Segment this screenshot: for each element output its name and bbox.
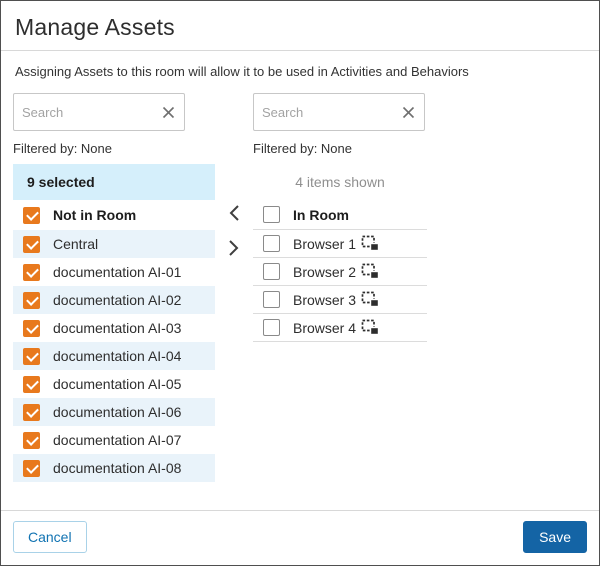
not-in-room-row[interactable]: documentation AI-04 bbox=[13, 342, 215, 370]
not-in-room-items: Central documentation AI-01 documentatio… bbox=[13, 230, 215, 482]
manage-assets-dialog: Manage Assets Assigning Assets to this r… bbox=[0, 0, 600, 566]
chevron-right-icon bbox=[228, 239, 240, 257]
browser-asset-icon bbox=[361, 263, 380, 280]
move-to-right-button[interactable] bbox=[219, 233, 249, 263]
chevron-left-icon bbox=[228, 204, 240, 222]
dialog-footer: Cancel Save bbox=[1, 510, 599, 565]
clear-search-icon bbox=[402, 106, 415, 119]
browser-asset-icon bbox=[361, 235, 380, 252]
cancel-button[interactable]: Cancel bbox=[13, 521, 87, 553]
row-checkbox[interactable] bbox=[23, 292, 40, 309]
left-clear-search-button[interactable] bbox=[152, 94, 184, 130]
in-room-header-label: In Room bbox=[293, 207, 349, 223]
right-filter-status: Filtered by: None bbox=[253, 131, 427, 164]
not-in-room-row[interactable]: documentation AI-06 bbox=[13, 398, 215, 426]
browser-asset-icon bbox=[361, 291, 380, 308]
row-checkbox[interactable] bbox=[23, 348, 40, 365]
in-room-row[interactable]: Browser 2 bbox=[253, 258, 427, 286]
save-button[interactable]: Save bbox=[523, 521, 587, 553]
dialog-description: Assigning Assets to this room will allow… bbox=[1, 51, 599, 81]
row-checkbox[interactable] bbox=[23, 376, 40, 393]
not-in-room-row[interactable]: documentation AI-03 bbox=[13, 314, 215, 342]
right-search-input[interactable] bbox=[254, 105, 392, 120]
in-room-row[interactable]: Browser 1 bbox=[253, 230, 427, 258]
asset-name: documentation AI-01 bbox=[53, 264, 181, 280]
browser-asset-icon bbox=[361, 319, 380, 336]
not-in-room-row[interactable]: Central bbox=[13, 230, 215, 258]
in-room-header-row[interactable]: In Room bbox=[253, 200, 427, 230]
move-to-left-button[interactable] bbox=[219, 198, 249, 228]
not-in-room-row[interactable]: documentation AI-08 bbox=[13, 454, 215, 482]
not-in-room-header-row[interactable]: Not in Room bbox=[13, 200, 215, 230]
asset-name: documentation AI-03 bbox=[53, 320, 181, 336]
selected-count-banner: 9 selected bbox=[13, 164, 215, 200]
row-checkbox[interactable] bbox=[263, 319, 280, 336]
asset-name: Browser 4 bbox=[293, 320, 356, 336]
asset-name: Central bbox=[53, 236, 98, 252]
left-search-box bbox=[13, 93, 185, 131]
left-search-input[interactable] bbox=[14, 105, 152, 120]
not-in-room-header-label: Not in Room bbox=[53, 207, 136, 223]
row-checkbox[interactable] bbox=[263, 235, 280, 252]
in-room-items: Browser 1 Browser 2 Browser 3 Browser 4 bbox=[253, 230, 427, 342]
asset-name: documentation AI-02 bbox=[53, 292, 181, 308]
clear-search-icon bbox=[162, 106, 175, 119]
row-checkbox[interactable] bbox=[23, 460, 40, 477]
right-clear-search-button[interactable] bbox=[392, 94, 424, 130]
in-room-panel: Filtered by: None 4 items shown In Room … bbox=[253, 93, 427, 342]
right-search-box bbox=[253, 93, 425, 131]
dialog-header: Manage Assets bbox=[1, 1, 599, 50]
select-all-checkbox[interactable] bbox=[263, 206, 280, 223]
asset-name: Browser 2 bbox=[293, 264, 356, 280]
asset-name: documentation AI-05 bbox=[53, 376, 181, 392]
not-in-room-panel: Filtered by: None 9 selected Not in Room… bbox=[13, 93, 215, 482]
row-checkbox[interactable] bbox=[23, 432, 40, 449]
in-room-row[interactable]: Browser 4 bbox=[253, 314, 427, 342]
asset-name: Browser 3 bbox=[293, 292, 356, 308]
not-in-room-list: 9 selected Not in Room Central documenta… bbox=[13, 164, 215, 482]
row-checkbox[interactable] bbox=[23, 236, 40, 253]
asset-name: documentation AI-08 bbox=[53, 460, 181, 476]
asset-name: documentation AI-06 bbox=[53, 404, 181, 420]
not-in-room-row[interactable]: documentation AI-07 bbox=[13, 426, 215, 454]
items-shown-count: 4 items shown bbox=[253, 164, 427, 200]
transfer-controls bbox=[215, 93, 253, 263]
asset-name: documentation AI-04 bbox=[53, 348, 181, 364]
left-filter-status: Filtered by: None bbox=[13, 131, 215, 164]
in-room-list: 4 items shown In Room Browser 1 Browser … bbox=[253, 164, 427, 342]
asset-transfer-panels: Filtered by: None 9 selected Not in Room… bbox=[1, 81, 599, 482]
row-checkbox[interactable] bbox=[23, 404, 40, 421]
in-room-row[interactable]: Browser 3 bbox=[253, 286, 427, 314]
row-checkbox[interactable] bbox=[263, 263, 280, 280]
not-in-room-row[interactable]: documentation AI-05 bbox=[13, 370, 215, 398]
asset-name: Browser 1 bbox=[293, 236, 356, 252]
row-checkbox[interactable] bbox=[23, 320, 40, 337]
asset-name: documentation AI-07 bbox=[53, 432, 181, 448]
not-in-room-row[interactable]: documentation AI-01 bbox=[13, 258, 215, 286]
row-checkbox[interactable] bbox=[263, 291, 280, 308]
select-all-checkbox[interactable] bbox=[23, 207, 40, 224]
not-in-room-row[interactable]: documentation AI-02 bbox=[13, 286, 215, 314]
page-title: Manage Assets bbox=[15, 14, 585, 41]
row-checkbox[interactable] bbox=[23, 264, 40, 281]
